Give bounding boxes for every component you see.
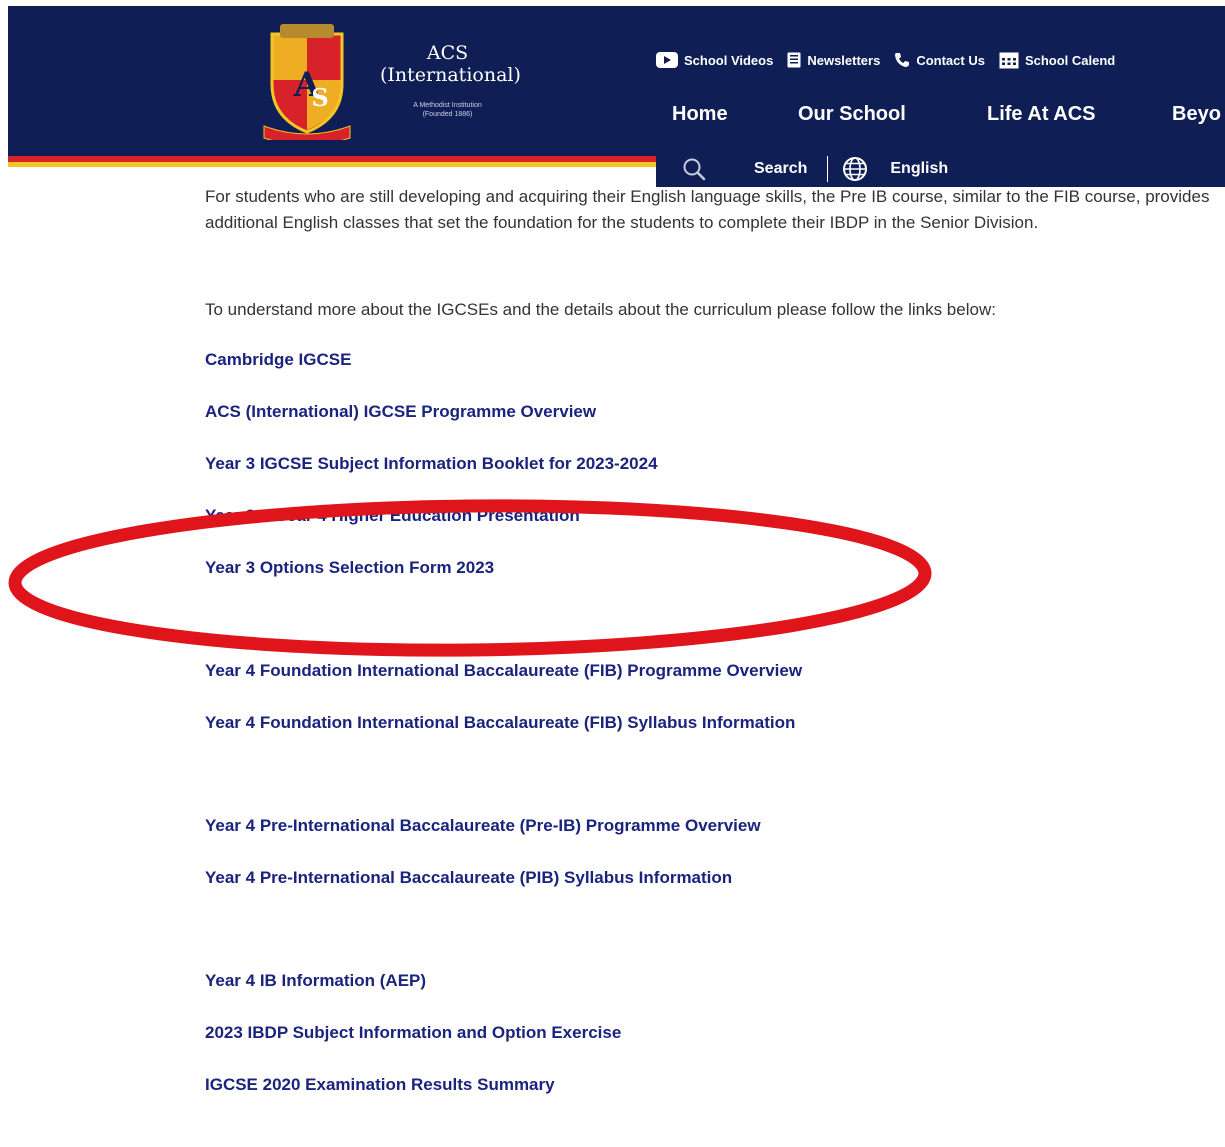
link-higher-education-presentation[interactable]: Year 3 & Year 4 Higher Education Present… xyxy=(205,505,580,527)
utility-item-newsletters[interactable]: Newsletters xyxy=(787,52,880,68)
video-icon xyxy=(656,52,678,68)
utility-item-school-calendar[interactable]: School Calend xyxy=(999,51,1115,69)
link-fib-syllabus[interactable]: Year 4 Foundation International Baccalau… xyxy=(205,712,795,734)
link-pre-ib-programme-overview[interactable]: Year 4 Pre-International Baccalaureate (… xyxy=(205,815,761,837)
utility-label-school-calendar: School Calend xyxy=(1024,52,1116,68)
utility-label-contact-us: Contact Us xyxy=(916,52,985,68)
brand-name-line1: ACS xyxy=(426,42,469,64)
nav-our-school[interactable]: Our School xyxy=(798,103,906,126)
school-crest-logo[interactable]: A S xyxy=(262,20,352,140)
brand-tagline-line1: A Methodist Institution xyxy=(413,102,482,109)
globe-icon xyxy=(843,157,868,181)
language-selector[interactable]: English xyxy=(842,156,948,182)
svg-text:S: S xyxy=(311,83,328,112)
link-pib-syllabus[interactable]: Year 4 Pre-International Baccalaureate (… xyxy=(205,867,732,889)
utility-label-newsletters: Newsletters xyxy=(807,52,881,68)
brand-name-line2: (International) xyxy=(380,64,521,86)
brand-tagline-line2: (Founded 1886) xyxy=(422,111,473,118)
link-year3-subject-booklet[interactable]: Year 3 IGCSE Subject Information Booklet… xyxy=(205,453,658,475)
link-igcse-programme-overview[interactable]: ACS (International) IGCSE Programme Over… xyxy=(205,401,596,423)
link-year3-options-form[interactable]: Year 3 Options Selection Form 2023 xyxy=(205,557,494,579)
language-label: English xyxy=(890,160,949,177)
nav-beyond[interactable]: Beyo xyxy=(1172,103,1221,126)
phone-icon xyxy=(895,53,910,67)
brand-name: ACS (International) xyxy=(380,42,521,86)
link-cambridge-igcse[interactable]: Cambridge IGCSE xyxy=(205,349,351,371)
link-year4-ib-information[interactable]: Year 4 IB Information (AEP) xyxy=(205,970,426,992)
calendar-icon xyxy=(999,52,1019,69)
utility-nav: School Videos Newsletters Contact Us Sch… xyxy=(656,50,1129,70)
search-label: Search xyxy=(754,160,808,177)
link-fib-programme-overview[interactable]: Year 4 Foundation International Baccalau… xyxy=(205,660,802,682)
link-ibdp-subject-information[interactable]: 2023 IBDP Subject Information and Option… xyxy=(205,1022,621,1044)
utility-item-school-videos[interactable]: School Videos xyxy=(656,52,773,68)
links-intro: To understand more about the IGCSEs and … xyxy=(205,300,996,319)
brand-tagline: A Methodist Institution (Founded 1886) xyxy=(380,101,515,119)
newsletter-icon xyxy=(787,52,801,68)
intro-paragraph: For students who are still developing an… xyxy=(205,187,1210,232)
site-header xyxy=(8,6,1225,156)
utility-label-school-videos: School Videos xyxy=(684,52,774,68)
search-button[interactable]: Search xyxy=(682,157,807,181)
utility-item-contact-us[interactable]: Contact Us xyxy=(894,52,985,68)
search-language-bar: Search English xyxy=(656,151,1225,187)
tools-divider xyxy=(827,156,829,182)
page: For students who are still developing an… xyxy=(0,0,1225,1147)
search-icon xyxy=(683,158,706,181)
nav-life-at-acs[interactable]: Life At ACS xyxy=(987,103,1096,126)
link-igcse-2020-results[interactable]: IGCSE 2020 Examination Results Summary xyxy=(205,1074,555,1096)
nav-home[interactable]: Home xyxy=(672,103,728,126)
